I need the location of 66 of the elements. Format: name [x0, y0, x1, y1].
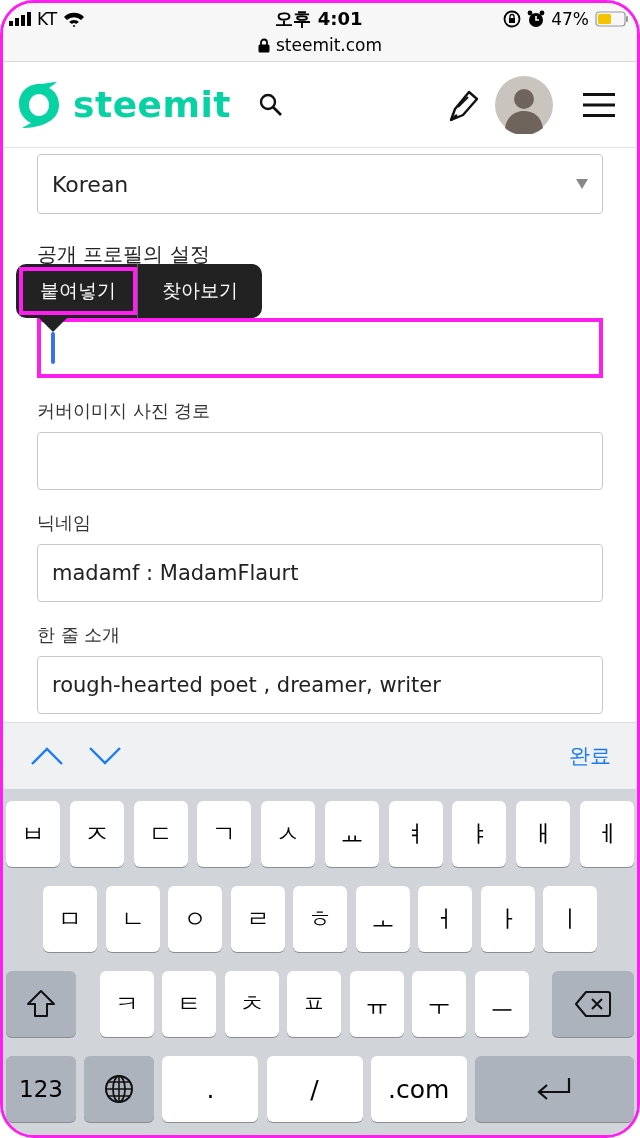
key[interactable]: . — [162, 1056, 259, 1122]
key[interactable]: ㅜ — [412, 971, 466, 1037]
key[interactable]: ㅊ — [224, 971, 279, 1037]
backspace-key[interactable] — [552, 971, 634, 1037]
status-time: 오후 4:01 — [275, 7, 363, 31]
avatar[interactable] — [495, 75, 553, 134]
input-field[interactable]: rough-hearted poet , dreamer, writer — [37, 656, 603, 714]
backspace-icon — [575, 991, 611, 1017]
chevron-down-icon — [89, 747, 121, 765]
key[interactable]: ㅔ — [579, 801, 634, 867]
shift-icon — [26, 989, 56, 1019]
key[interactable]: ㅐ — [516, 801, 571, 867]
input-field[interactable]: madamf : MadamFlaurt — [37, 544, 603, 602]
key[interactable]: ㅋ — [99, 971, 154, 1037]
key[interactable]: ㅌ — [162, 971, 216, 1037]
search-icon[interactable] — [259, 92, 284, 117]
battery-icon — [595, 11, 629, 27]
key[interactable]: ㅎ — [293, 886, 347, 952]
field-label: 닉네임 — [37, 512, 92, 534]
key[interactable]: / — [266, 1056, 363, 1122]
field-label: 커버이미지 사진 경로 — [37, 400, 212, 422]
alarm-icon — [527, 10, 546, 28]
key[interactable]: ㅠ — [349, 971, 404, 1037]
globe-icon — [104, 1074, 135, 1104]
lock-icon — [257, 37, 270, 53]
menu-item[interactable]: 붙여넣기 — [19, 267, 137, 315]
key[interactable]: ㅑ — [452, 801, 507, 867]
key[interactable]: ㅣ — [543, 886, 597, 952]
key[interactable]: ㅏ — [480, 886, 535, 952]
numbers-key[interactable]: 123 — [6, 1056, 76, 1122]
carrier-name: KT — [37, 9, 58, 29]
page-url[interactable]: steemit.com — [275, 35, 383, 55]
dropdown-caret-icon — [576, 179, 588, 189]
previous-field-button[interactable] — [31, 747, 63, 765]
key[interactable]: ㅡ — [474, 971, 529, 1037]
field-label: 한 줄 소개 — [37, 624, 122, 646]
key[interactable]: ㅗ — [355, 886, 410, 952]
text-cursor — [51, 332, 55, 364]
next-field-button[interactable] — [89, 747, 121, 765]
wifi-icon — [63, 11, 86, 27]
input-field[interactable] — [37, 318, 603, 378]
battery-percent: 47% — [551, 9, 589, 29]
key[interactable]: ㅇ — [168, 886, 222, 952]
language-select[interactable]: Korean — [37, 154, 603, 214]
key[interactable]: ㄴ — [105, 886, 160, 952]
key[interactable]: ㅅ — [261, 801, 316, 867]
key[interactable]: ㄷ — [133, 801, 188, 867]
key[interactable]: ㅂ — [6, 801, 60, 867]
done-button[interactable]: 완료 — [569, 742, 611, 770]
shift-key[interactable] — [6, 971, 76, 1037]
key[interactable]: ㅓ — [418, 886, 472, 952]
chevron-up-icon — [31, 747, 63, 765]
return-icon — [536, 1077, 573, 1101]
input-field[interactable] — [37, 432, 603, 490]
key[interactable]: ㅕ — [388, 801, 443, 867]
key[interactable]: ㄹ — [230, 886, 285, 952]
key[interactable]: ㅛ — [324, 801, 379, 867]
rotation-lock-icon — [503, 10, 522, 28]
key[interactable]: .com — [370, 1056, 467, 1122]
key[interactable]: ㄱ — [197, 801, 252, 867]
signal-icon — [9, 12, 31, 26]
menu-icon[interactable] — [583, 91, 615, 118]
key[interactable]: ㅁ — [43, 886, 97, 952]
key[interactable]: ㅍ — [287, 971, 341, 1037]
globe-key[interactable] — [84, 1056, 155, 1122]
key[interactable]: ㅈ — [69, 801, 124, 867]
